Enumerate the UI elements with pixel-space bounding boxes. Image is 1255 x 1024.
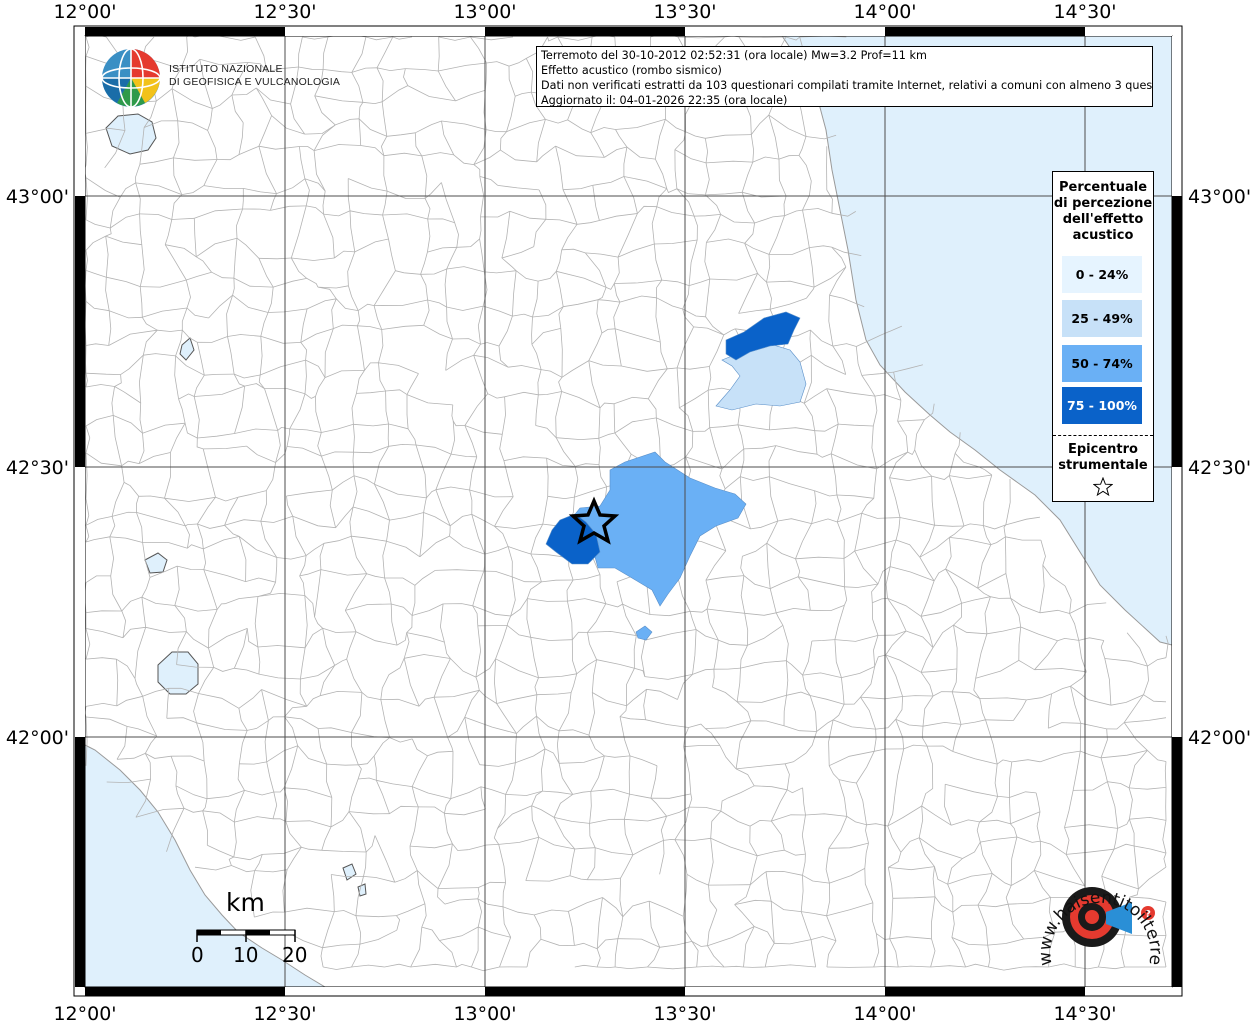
lon-label-top: 13°30' [653, 1, 716, 23]
lat-labels-left: 43°00' 42°30' 42°00' [6, 186, 69, 749]
legend-item: 0 - 24% [1062, 256, 1142, 293]
lon-labels-top: 12°00' 12°30' 13°00' 13°30' 14°00' 14°30… [53, 1, 1116, 23]
lon-label-bottom: 13°00' [453, 1003, 516, 1024]
lat-label-left: 43°00' [6, 186, 69, 208]
scale-unit-label: km [226, 888, 265, 917]
lat-label-left: 42°30' [6, 457, 69, 479]
legend-item: 50 - 74% [1062, 345, 1142, 382]
lon-label-bottom: 14°30' [1053, 1003, 1116, 1024]
lon-label-bottom: 14°00' [853, 1003, 916, 1024]
lon-label-top: 13°00' [453, 1, 516, 23]
legend-item: 75 - 100% [1062, 387, 1142, 424]
event-subtitle: Effetto acustico (rombo sismico) [541, 64, 722, 77]
legend-title: Percentuale di percezione dell'effetto a… [1053, 180, 1153, 244]
scale-tick-label: 0 [191, 943, 204, 967]
event-title: Terremoto del 30-10-2012 02:52:31 (ora l… [541, 49, 927, 62]
lon-label-top: 12°00' [53, 1, 116, 23]
event-data-note: Dati non verificati estratti da 103 ques… [541, 79, 1153, 92]
legend: Percentuale di percezione dell'effetto a… [1052, 171, 1154, 502]
legend-epicenter-label: Epicentro strumentale [1053, 442, 1153, 474]
lon-labels-bottom: 12°00' 12°30' 13°00' 13°30' 14°00' 14°30… [53, 1003, 1116, 1024]
legend-title-line: Percentuale [1058, 180, 1148, 195]
lat-label-left: 42°00' [6, 727, 69, 749]
lat-labels-right: 43°00' 42°30' 42°00' [1188, 186, 1251, 749]
municipal-border [387, 423, 390, 447]
logo-line-1: ISTITUTO NAZIONALE [169, 63, 283, 75]
scale-tick-label: 20 [282, 943, 308, 967]
scale-tick-label: 10 [233, 943, 259, 967]
lat-label-right: 42°00' [1188, 727, 1251, 749]
intensity-map: 12°00' 12°30' 13°00' 13°30' 14°00' 14°30… [0, 0, 1251, 1024]
legend-title-line: acustico [1072, 228, 1134, 243]
legend-epicenter-line: strumentale [1058, 458, 1148, 473]
lat-label-right: 43°00' [1188, 186, 1251, 208]
lon-label-top: 14°30' [1053, 1, 1116, 23]
event-info-box: Terremoto del 30-10-2012 02:52:31 (ora l… [536, 46, 1153, 107]
lon-label-top: 12°30' [253, 1, 316, 23]
event-updated: Aggiornato il: 04-01-2026 22:35 (ora loc… [541, 94, 788, 107]
lon-label-bottom: 13°30' [653, 1003, 716, 1024]
municipal-border [1005, 536, 1007, 574]
lon-label-top: 14°00' [853, 1, 916, 23]
legend-epicenter-line: Epicentro [1068, 442, 1138, 457]
ingv-logo-icon [101, 48, 161, 108]
legend-item: 25 - 49% [1062, 300, 1142, 337]
ingv-logo-text: ISTITUTO NAZIONALE DI GEOFISICA E VULCAN… [169, 63, 340, 89]
legend-title-line: di percezione [1053, 196, 1153, 211]
municipal-border [597, 966, 616, 968]
logo-line-2: DI GEOFISICA E VULCANOLOGIA [169, 76, 341, 88]
lon-label-bottom: 12°00' [53, 1003, 116, 1024]
legend-star-icon [1093, 477, 1113, 497]
legend-title-line: dell'effetto [1062, 212, 1144, 227]
lat-label-right: 42°30' [1188, 457, 1251, 479]
lon-label-bottom: 12°30' [253, 1003, 316, 1024]
legend-separator [1053, 435, 1153, 436]
